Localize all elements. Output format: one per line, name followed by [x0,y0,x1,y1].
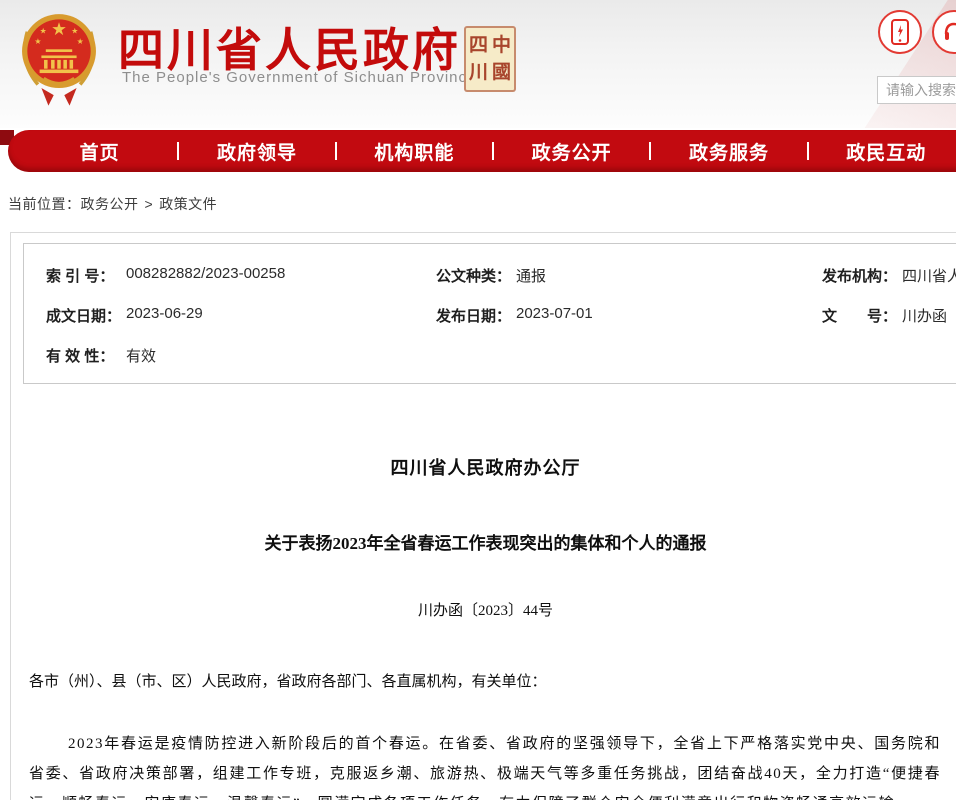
seal-char: 國 [492,59,511,86]
seal-char: 川 [469,59,488,86]
breadcrumb-separator: > [145,196,154,212]
meta-label: 有 效 性： [46,345,126,366]
meta-value: 通报 [516,265,546,286]
mobile-app-icon[interactable] [878,10,922,54]
meta-value: 2023-07-01 [516,305,593,322]
nav-item-public-interaction[interactable]: 政民互动 [809,138,956,165]
nav-item-government-services[interactable]: 政务服务 [651,138,806,165]
breadcrumb-prefix: 当前位置： [8,196,81,212]
meta-validity: 有 效 性： 有效 [46,345,436,385]
svg-text:★: ★ [40,26,47,35]
meta-label: 索 引 号： [46,265,126,286]
nav-item-home[interactable]: 首页 [22,138,177,165]
nav-item-government-affairs-disclosure[interactable]: 政务公开 [494,138,649,165]
svg-text:★: ★ [71,26,78,35]
issuing-office-title: 四川省人民政府办公厅 [29,454,942,480]
paragraph: 2023年春运是疫情防控进入新阶段后的首个春运。在省委、省政府的坚强领导下，全省… [29,729,941,800]
meta-label: 成文日期： [46,305,126,326]
document-container: 索 引 号： 008282882/2023-00258 公文种类： 通报 发布机… [10,232,956,800]
meta-index-number: 索 引 号： 008282882/2023-00258 [46,265,436,305]
meta-value: 008282882/2023-00258 [126,265,285,282]
national-emblem-icon: ★ ★ ★ ★ ★ [15,7,103,111]
svg-text:★: ★ [51,19,67,39]
breadcrumb-link-disclosure[interactable]: 政务公开 [81,196,139,212]
meta-value: 2023-06-29 [126,305,203,322]
salutation: 各市（州）、县（市、区）人民政府，省政府各部门、各直属机构，有关单位： [29,670,942,691]
meta-date-written: 成文日期： 2023-06-29 [46,305,436,345]
document-number: 川办函〔2023〕44号 [29,599,942,620]
document-metadata-table: 索 引 号： 008282882/2023-00258 公文种类： 通报 发布机… [23,243,956,384]
sichuan-seal-stamp: 四 中 川 國 [464,26,516,92]
meta-value: 有效 [126,345,156,366]
meta-label: 发布日期： [436,305,516,326]
meta-label: 文 号： [822,305,902,326]
seal-char: 四 [469,32,488,59]
site-subtitle: The People's Government of Sichuan Provi… [122,69,476,86]
document-title: 关于表扬2023年全省春运工作表现突出的集体和个人的通报 [29,529,942,554]
svg-text:★: ★ [34,37,41,46]
meta-document-number: 文 号： 川办函〔 [822,305,956,345]
breadcrumb-link-policy-documents[interactable]: 政策文件 [159,196,217,212]
document-body: 四川省人民政府办公厅 关于表扬2023年全省春运工作表现突出的集体和个人的通报 … [11,384,956,800]
meta-document-type: 公文种类： 通报 [436,265,822,305]
nav-item-organization-functions[interactable]: 机构职能 [337,138,492,165]
meta-empty-cell [822,345,956,385]
svg-text:★: ★ [77,37,84,46]
main-navigation: 首页 政府领导 机构职能 政务公开 政务服务 政民互动 [8,130,956,172]
meta-issuing-agency: 发布机构： 四川省人 [822,265,956,305]
meta-value: 四川省人 [902,265,956,286]
search-input[interactable] [877,76,956,104]
site-header: ★ ★ ★ ★ ★ 四川省人民政府 The People's Governmen… [0,0,956,128]
meta-empty-cell [436,345,822,385]
meta-date-published: 发布日期： 2023-07-01 [436,305,822,345]
nav-item-government-leaders[interactable]: 政府领导 [179,138,334,165]
meta-value: 川办函〔 [902,305,956,326]
meta-label: 发布机构： [822,265,902,286]
breadcrumb: 当前位置：政务公开 > 政策文件 [8,194,217,214]
seal-char: 中 [492,32,511,59]
meta-label: 公文种类： [436,265,516,286]
